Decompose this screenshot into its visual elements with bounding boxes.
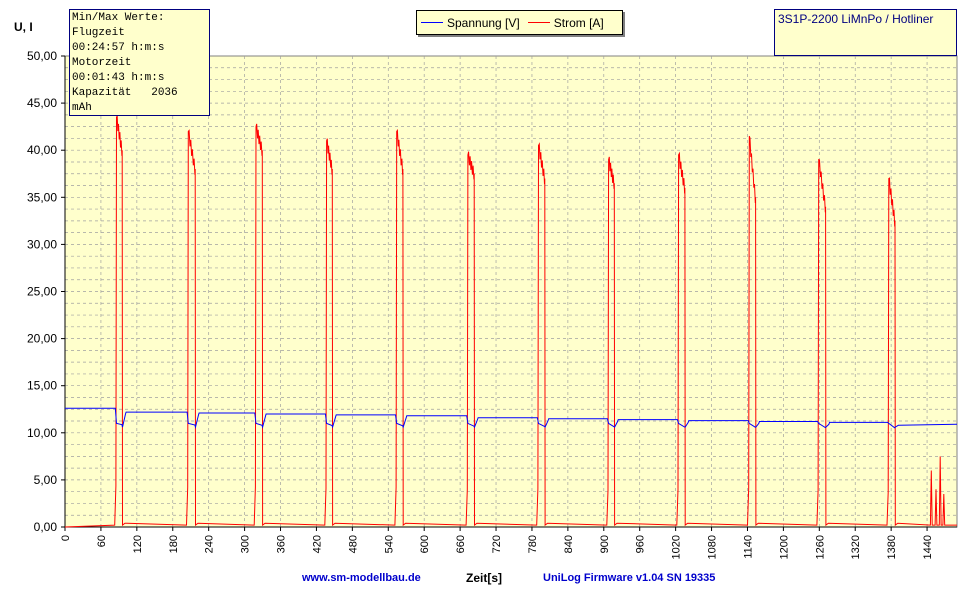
firmware-label: UniLog Firmware v1.04 SN 19335	[543, 572, 716, 584]
legend-line-voltage	[421, 22, 443, 23]
y-tick-label: 5,00	[34, 473, 58, 487]
legend: Spannung [V] Strom [A]	[416, 10, 623, 35]
x-tick-label: 960	[635, 535, 647, 553]
x-tick-label: 1440	[922, 535, 934, 559]
y-tick-label: 20,00	[27, 332, 57, 346]
y-tick-label: 15,00	[27, 379, 57, 393]
x-tick-label: 1200	[778, 535, 790, 559]
x-tick-label: 60	[96, 535, 108, 547]
stats-box: Min/Max Werte: Flugzeit 00:24:57 h:m:s M…	[69, 9, 210, 116]
x-tick-label: 780	[527, 535, 539, 553]
stats-line: 00:01:43 h:m:s	[72, 72, 165, 84]
legend-item-current: Strom [A]	[527, 15, 604, 30]
model-label-box: 3S1P-2200 LiMnPo / Hotliner	[774, 9, 957, 56]
x-tick-label: 660	[455, 535, 467, 553]
x-tick-label: 1260	[814, 535, 826, 559]
x-axis-label: Zeit[s]	[466, 571, 502, 585]
x-tick-label: 540	[383, 535, 395, 553]
stats-line: Kapazität 2036	[72, 87, 178, 99]
x-tick-label: 840	[563, 535, 575, 553]
website-link[interactable]: www.sm-modellbau.de	[302, 572, 421, 584]
model-label: 3S1P-2200 LiMnPo / Hotliner	[778, 12, 934, 26]
y-tick-label: 30,00	[27, 237, 57, 251]
stats-line: Motorzeit	[72, 57, 132, 69]
legend-line-current	[527, 22, 550, 23]
x-tick-label: 600	[419, 535, 431, 553]
y-axis-label: U, I	[14, 20, 33, 34]
stats-line: 00:24:57 h:m:s	[72, 42, 165, 54]
x-tick-label: 0	[60, 535, 72, 541]
stats-line: Min/Max Werte:	[72, 12, 165, 24]
x-tick-label: 120	[132, 535, 144, 553]
y-tick-label: 50,00	[27, 49, 57, 63]
y-tick-label: 45,00	[27, 96, 57, 110]
x-tick-label: 240	[204, 535, 216, 553]
y-tick-label: 0,00	[34, 520, 58, 534]
x-tick-label: 420	[311, 535, 323, 553]
x-tick-label: 1320	[850, 535, 862, 559]
y-tick-label: 35,00	[27, 190, 57, 204]
x-tick-label: 1080	[707, 535, 719, 559]
x-tick-label: 720	[491, 535, 503, 553]
x-tick-label: 360	[276, 535, 288, 553]
x-tick-label: 1140	[742, 535, 754, 559]
stats-line: Flugzeit	[72, 27, 125, 39]
x-tick-label: 1380	[886, 535, 898, 559]
legend-label-current: Strom [A]	[553, 15, 604, 30]
y-tick-label: 40,00	[27, 143, 57, 157]
legend-item-voltage: Spannung [V]	[421, 16, 520, 30]
x-tick-label: 900	[599, 535, 611, 553]
x-tick-label: 480	[347, 535, 359, 553]
y-tick-label: 25,00	[27, 285, 57, 299]
x-tick-label: 1020	[671, 535, 683, 559]
x-tick-label: 300	[240, 535, 252, 553]
y-tick-label: 10,00	[27, 426, 57, 440]
stats-line: mAh	[72, 102, 92, 114]
x-tick-label: 180	[168, 535, 180, 553]
legend-label-voltage: Spannung [V]	[447, 15, 520, 30]
